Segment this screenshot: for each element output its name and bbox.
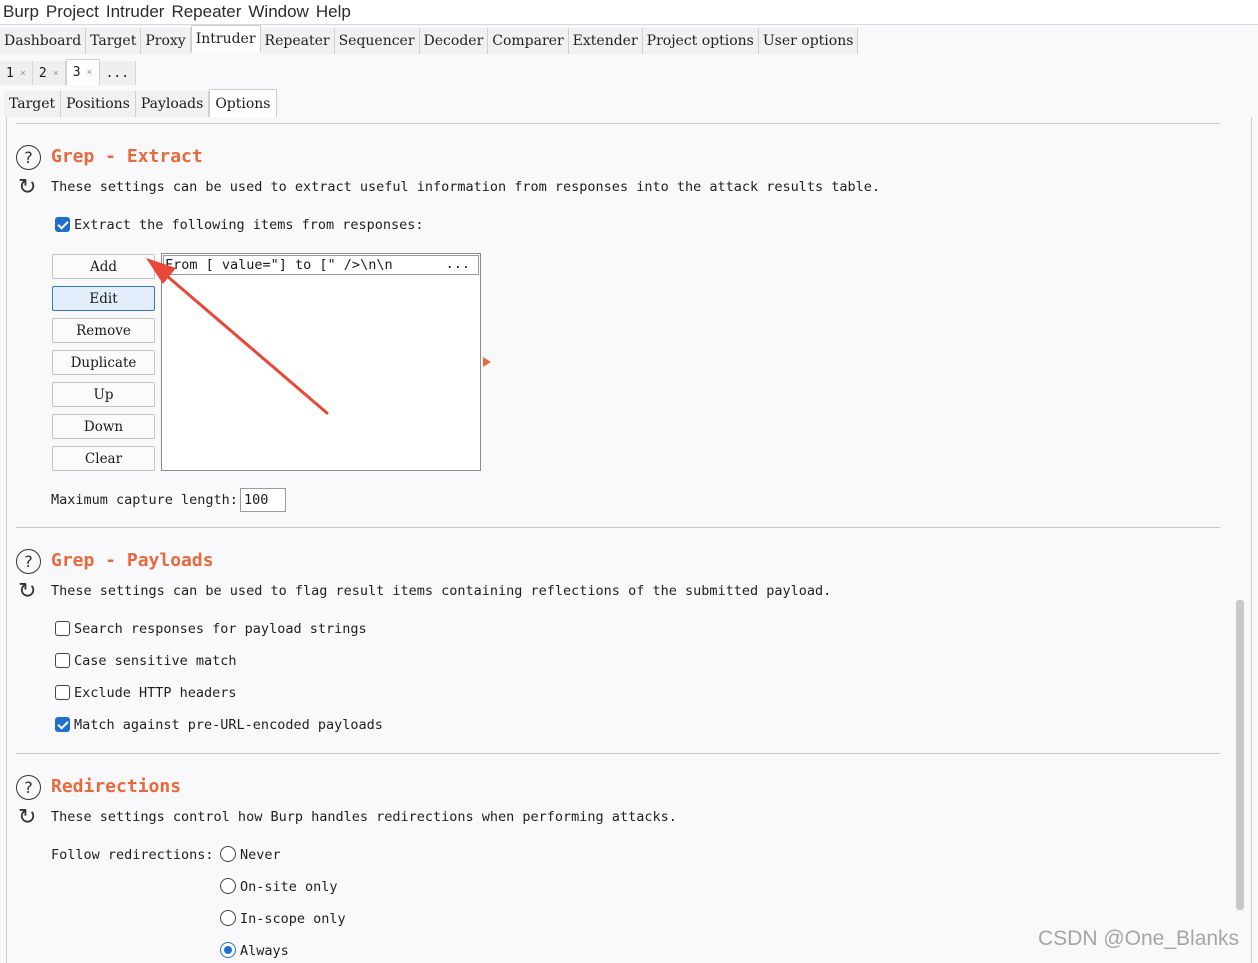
case-sensitive-label: Case sensitive match bbox=[74, 653, 237, 669]
extract-items-checkbox[interactable] bbox=[55, 217, 70, 232]
redirect-never-label: Never bbox=[240, 847, 281, 863]
case-sensitive-checkbox[interactable] bbox=[55, 653, 70, 668]
section-divider bbox=[16, 123, 1220, 124]
expand-arrow-icon[interactable] bbox=[483, 357, 491, 367]
menu-project[interactable]: Project bbox=[46, 2, 99, 22]
follow-redirections-label: Follow redirections: bbox=[51, 847, 214, 863]
help-icon[interactable]: ? bbox=[16, 145, 41, 170]
attack-tab-label: 3 bbox=[72, 65, 81, 80]
max-capture-label: Maximum capture length: bbox=[51, 492, 238, 508]
add-button[interactable]: Add bbox=[52, 254, 155, 279]
watermark: CSDN @One_Blanks bbox=[1038, 927, 1240, 950]
main-tab-bar: Dashboard Target Proxy Intruder Repeater… bbox=[0, 25, 859, 54]
tab-proxy[interactable]: Proxy bbox=[141, 28, 191, 54]
tab-sequencer[interactable]: Sequencer bbox=[334, 28, 420, 54]
search-payload-strings-checkbox[interactable] bbox=[55, 621, 70, 636]
list-item-more: ... bbox=[445, 256, 470, 272]
up-button[interactable]: Up bbox=[52, 382, 155, 407]
attack-tab-3[interactable]: 3 × bbox=[65, 59, 100, 85]
attack-tab-bar: 1 × 2 × 3 × ... bbox=[0, 59, 137, 85]
restore-defaults-icon[interactable]: ↻ bbox=[18, 807, 40, 829]
list-item[interactable]: From [ value="] to [" />\n\n ... bbox=[163, 255, 479, 275]
remove-button[interactable]: Remove bbox=[52, 318, 155, 343]
list-item-text: From [ value="] to [" />\n\n bbox=[165, 257, 393, 273]
grep-extract-description: These settings can be used to extract us… bbox=[51, 179, 881, 195]
redirect-inscope-radio[interactable] bbox=[220, 910, 236, 926]
extract-items-label: Extract the following items from respons… bbox=[74, 217, 424, 233]
attack-tab-1[interactable]: 1 × bbox=[0, 61, 33, 85]
exclude-http-headers-checkbox[interactable] bbox=[55, 685, 70, 700]
tab-dashboard[interactable]: Dashboard bbox=[0, 28, 87, 54]
tab-project-options[interactable]: Project options bbox=[642, 28, 759, 54]
attack-tab-label: 2 bbox=[38, 65, 47, 81]
tab-decoder[interactable]: Decoder bbox=[419, 28, 489, 54]
help-icon[interactable]: ? bbox=[16, 775, 41, 800]
vertical-scrollbar[interactable] bbox=[1236, 600, 1244, 910]
redirect-onsite-label: On-site only bbox=[240, 879, 338, 895]
duplicate-button[interactable]: Duplicate bbox=[52, 350, 155, 375]
subtab-positions[interactable]: Positions bbox=[61, 91, 136, 117]
search-payload-strings-label: Search responses for payload strings bbox=[74, 621, 367, 637]
grep-payloads-description: These settings can be used to flag resul… bbox=[51, 583, 832, 599]
menu-intruder[interactable]: Intruder bbox=[106, 2, 165, 22]
redirect-always-radio[interactable] bbox=[220, 942, 236, 958]
menu-help[interactable]: Help bbox=[316, 2, 351, 22]
grep-payloads-title: Grep - Payloads bbox=[51, 550, 214, 571]
tab-comparer[interactable]: Comparer bbox=[488, 28, 569, 54]
max-capture-length-input[interactable]: 100 bbox=[240, 488, 286, 512]
redirect-never-radio[interactable] bbox=[220, 846, 236, 862]
tab-repeater[interactable]: Repeater bbox=[260, 28, 335, 54]
exclude-http-headers-label: Exclude HTTP headers bbox=[74, 685, 237, 701]
menu-repeater[interactable]: Repeater bbox=[171, 2, 241, 22]
tab-intruder[interactable]: Intruder bbox=[190, 25, 261, 52]
redirections-description: These settings control how Burp handles … bbox=[51, 809, 677, 825]
tab-extender[interactable]: Extender bbox=[568, 28, 643, 54]
subtab-payloads[interactable]: Payloads bbox=[135, 91, 210, 117]
menu-bar: Burp Project Intruder Repeater Window He… bbox=[0, 0, 1258, 25]
attack-tab-2[interactable]: 2 × bbox=[32, 61, 66, 85]
section-divider bbox=[16, 527, 1220, 528]
redirections-title: Redirections bbox=[51, 776, 182, 797]
redirect-always-label: Always bbox=[240, 943, 289, 959]
intruder-sub-tab-bar: Target Positions Payloads Options bbox=[4, 89, 277, 117]
edit-button[interactable]: Edit bbox=[52, 286, 155, 311]
down-button[interactable]: Down bbox=[52, 414, 155, 439]
options-panel bbox=[6, 117, 1252, 963]
redirect-onsite-radio[interactable] bbox=[220, 878, 236, 894]
close-icon[interactable]: × bbox=[87, 67, 93, 78]
redirect-inscope-label: In-scope only bbox=[240, 911, 346, 927]
match-pre-url-encoded-checkbox[interactable] bbox=[55, 717, 70, 732]
restore-defaults-icon[interactable]: ↻ bbox=[18, 177, 40, 199]
close-icon[interactable]: × bbox=[20, 68, 26, 79]
menu-burp[interactable]: Burp bbox=[3, 2, 39, 22]
close-icon[interactable]: × bbox=[53, 68, 59, 79]
extract-items-list[interactable]: From [ value="] to [" />\n\n ... bbox=[161, 253, 481, 471]
attack-tab-label: 1 bbox=[6, 65, 14, 81]
restore-defaults-icon[interactable]: ↻ bbox=[18, 581, 40, 603]
attack-tab-new[interactable]: ... bbox=[99, 61, 137, 85]
section-divider bbox=[16, 753, 1220, 754]
grep-extract-title: Grep - Extract bbox=[51, 146, 203, 167]
tab-target[interactable]: Target bbox=[86, 28, 142, 54]
menu-window[interactable]: Window bbox=[248, 2, 308, 22]
clear-button[interactable]: Clear bbox=[52, 446, 155, 471]
match-pre-url-encoded-label: Match against pre-URL-encoded payloads bbox=[74, 717, 383, 733]
subtab-target[interactable]: Target bbox=[4, 91, 62, 117]
help-icon[interactable]: ? bbox=[16, 549, 41, 574]
tab-user-options[interactable]: User options bbox=[758, 28, 859, 54]
subtab-options[interactable]: Options bbox=[209, 89, 277, 117]
